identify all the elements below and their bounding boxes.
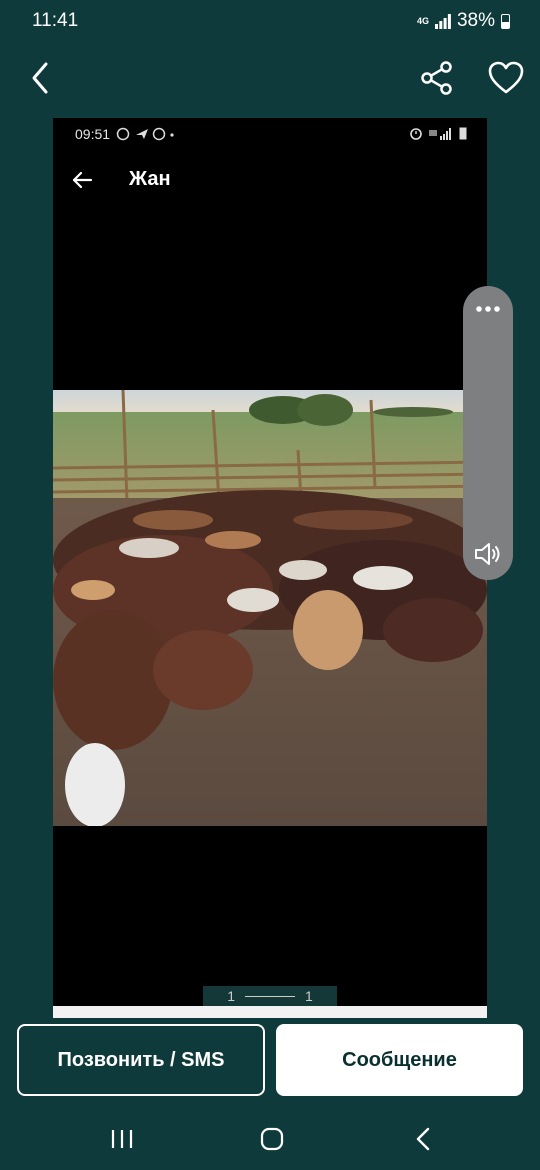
- message-button[interactable]: Сообщение: [276, 1024, 523, 1096]
- heart-icon: [488, 61, 524, 94]
- inner-back-arrow-icon[interactable]: [71, 168, 95, 192]
- network-type: 4G: [416, 15, 429, 26]
- sheep-photo[interactable]: [53, 390, 487, 826]
- status-bar: 11:41 4G 38%: [0, 0, 540, 44]
- image-viewer[interactable]: 09:51 Жан 1 1: [53, 118, 487, 1018]
- battery-icon: [501, 13, 510, 29]
- page-counter: 1 1: [203, 986, 337, 1006]
- recent-apps-icon[interactable]: [104, 1124, 140, 1154]
- inner-status-bar: 09:51: [75, 126, 186, 142]
- side-panel: [463, 286, 513, 580]
- inner-status-time: 09:51: [75, 126, 111, 142]
- back-arrow-icon: [32, 62, 48, 94]
- inner-signal-icon: [429, 127, 451, 140]
- bottom-strip: [53, 1006, 487, 1018]
- page-current: 1: [227, 988, 235, 1004]
- share-icon: [421, 61, 452, 95]
- volume-icon[interactable]: [472, 540, 504, 568]
- alarm-icon: [410, 128, 422, 140]
- status-time: 11:41: [32, 10, 79, 31]
- home-icon[interactable]: [254, 1124, 290, 1154]
- page-divider: [245, 995, 295, 997]
- share-button[interactable]: [418, 60, 458, 96]
- call-sms-button[interactable]: Позвонить / SMS: [17, 1024, 265, 1096]
- signal-icon: [434, 13, 451, 29]
- top-app-bar: [0, 48, 540, 108]
- system-nav-bar: [0, 1110, 540, 1170]
- inner-title: Жан: [129, 168, 171, 190]
- page-total: 1: [305, 988, 313, 1004]
- more-dots-icon[interactable]: [473, 296, 503, 322]
- notification-icons: [116, 127, 174, 141]
- favorite-button[interactable]: [486, 60, 526, 96]
- inner-status-indicators: [409, 127, 467, 140]
- back-button[interactable]: [22, 58, 62, 98]
- nav-back-icon[interactable]: [406, 1124, 442, 1154]
- inner-battery-icon: [459, 127, 467, 140]
- sheep-flock-image: [53, 390, 487, 826]
- battery-percent: 38%: [456, 10, 495, 31]
- status-indicators: 4G 38%: [417, 10, 510, 32]
